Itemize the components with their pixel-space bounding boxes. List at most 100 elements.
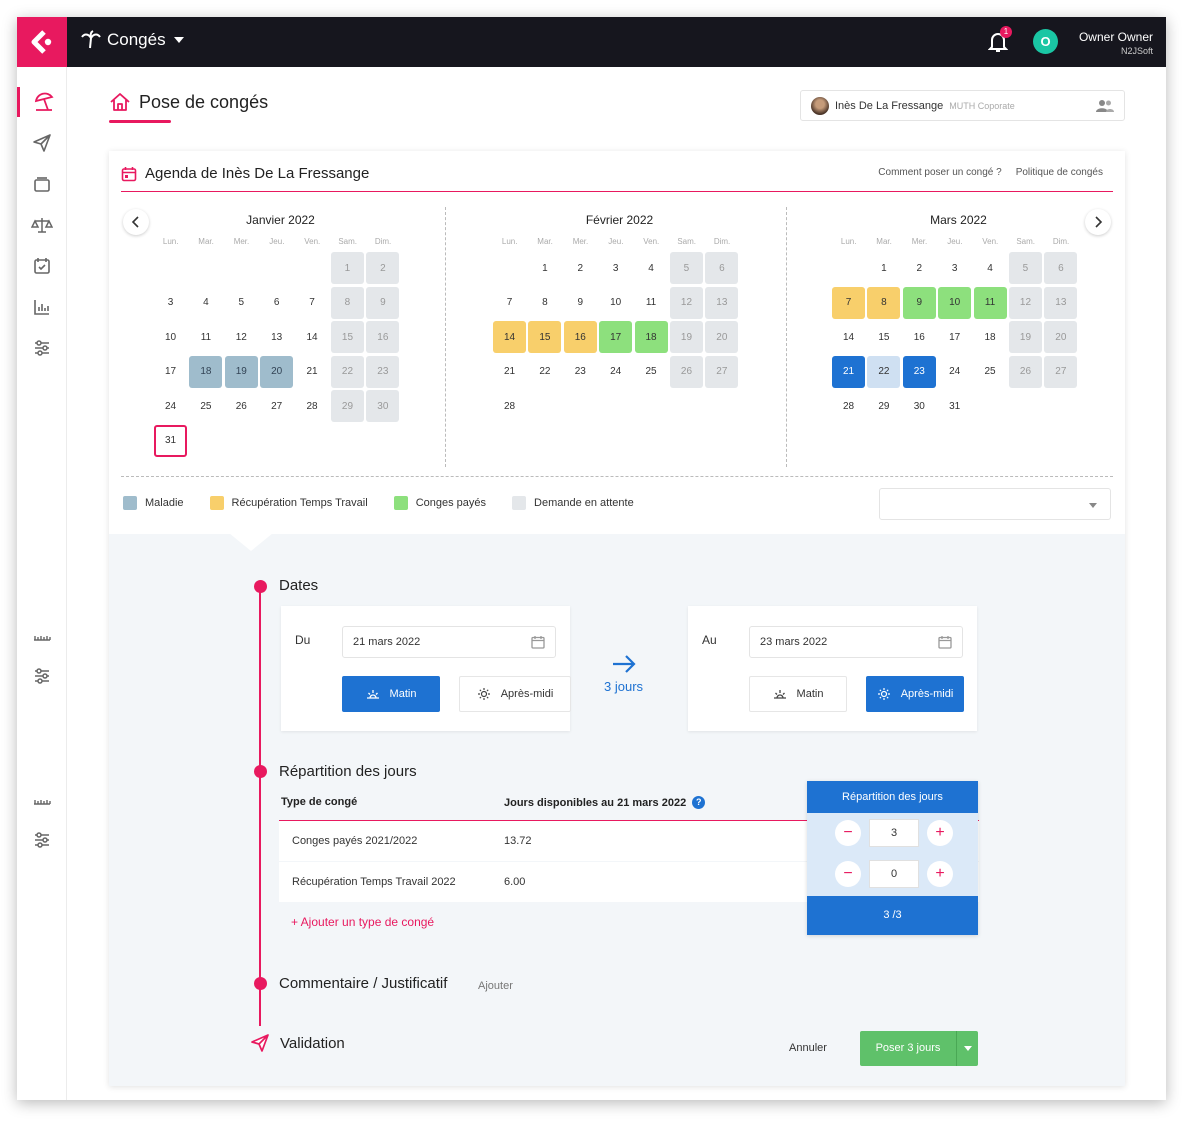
calendar-day[interactable]: 7 — [296, 287, 329, 319]
sidebar-item-ruler-2[interactable] — [17, 786, 67, 816]
add-leave-type-link[interactable]: + Ajouter un type de congé — [291, 915, 434, 929]
calendar-day[interactable]: 4 — [974, 252, 1007, 284]
calendar-day[interactable]: 29 — [867, 390, 900, 422]
start-morning-button[interactable]: Matin — [342, 676, 440, 712]
calendar-day[interactable]: 21 — [832, 355, 865, 388]
calendar-day[interactable]: 9 — [366, 286, 400, 319]
calendar-day[interactable]: 20 — [705, 321, 739, 353]
calendar-day[interactable]: 19 — [224, 355, 258, 388]
calendar-day[interactable]: 3 — [599, 252, 632, 284]
calendar-day[interactable]: 7 — [493, 287, 526, 319]
calendar-day[interactable]: 25 — [189, 390, 222, 422]
sidebar-item-documents[interactable] — [17, 169, 67, 199]
calendar-day[interactable]: 8 — [330, 286, 364, 319]
calendar-day[interactable]: 11 — [635, 287, 668, 319]
calendar-day[interactable]: 31 — [154, 424, 187, 457]
start-afternoon-button[interactable]: Après-midi — [459, 676, 571, 712]
calendar-day[interactable]: 13 — [260, 321, 293, 353]
calendar-day[interactable]: 30 — [903, 390, 936, 422]
calendar-day[interactable]: 10 — [154, 321, 187, 353]
calendar-day[interactable]: 6 — [1044, 252, 1078, 284]
calendar-day[interactable]: 23 — [564, 356, 597, 388]
calendar-day[interactable]: 15 — [330, 321, 364, 353]
calendar-day[interactable]: 4 — [189, 287, 222, 319]
calendar-day[interactable]: 6 — [260, 287, 293, 319]
quantity-value[interactable]: 0 — [869, 860, 919, 888]
calendar-day[interactable]: 26 — [669, 355, 703, 388]
calendar-day[interactable]: 27 — [260, 390, 293, 422]
calendar-day[interactable]: 18 — [634, 321, 668, 353]
decrement-button[interactable]: − — [835, 820, 861, 846]
calendar-day[interactable]: 24 — [938, 356, 971, 388]
calendar-day[interactable]: 2 — [903, 252, 936, 284]
sidebar-item-settings[interactable] — [17, 333, 67, 363]
calendar-day[interactable]: 23 — [366, 355, 400, 388]
calendar-day[interactable]: 2 — [564, 252, 597, 284]
calendar-day[interactable]: 31 — [938, 390, 971, 422]
calendar-day[interactable]: 16 — [903, 321, 936, 353]
calendar-day[interactable]: 22 — [867, 355, 901, 388]
sidebar-item-sliders-2[interactable] — [17, 825, 67, 855]
calendar-day[interactable]: 5 — [669, 252, 703, 284]
calendar-day[interactable]: 22 — [330, 355, 364, 388]
calendar-day[interactable]: 12 — [669, 286, 703, 319]
calendar-day[interactable]: 17 — [599, 321, 633, 353]
calendar-day[interactable]: 28 — [832, 390, 865, 422]
calendar-day[interactable]: 10 — [938, 286, 972, 319]
calendar-day[interactable]: 23 — [902, 355, 936, 388]
calendar-day[interactable]: 14 — [832, 321, 865, 353]
calendar-day[interactable]: 21 — [493, 356, 526, 388]
calendar-day[interactable]: 22 — [528, 356, 561, 388]
calendar-day[interactable]: 15 — [867, 321, 900, 353]
calendar-day[interactable]: 25 — [974, 356, 1007, 388]
calendar-day[interactable]: 17 — [154, 356, 187, 388]
calendar-day[interactable]: 11 — [189, 321, 222, 353]
module-switcher[interactable]: Congés — [81, 30, 186, 50]
calendar-day[interactable]: 29 — [330, 390, 364, 422]
quantity-value[interactable]: 3 — [869, 819, 919, 847]
calendar-day[interactable]: 3 — [154, 287, 187, 319]
policy-link[interactable]: Politique de congés — [1016, 167, 1103, 178]
calendar-day[interactable]: 27 — [705, 355, 739, 388]
sidebar-item-reports[interactable] — [17, 292, 67, 322]
add-comment-link[interactable]: Ajouter — [478, 980, 513, 992]
prev-month-button[interactable] — [123, 209, 149, 235]
calendar-day[interactable]: 24 — [154, 390, 187, 422]
calendar-day[interactable]: 9 — [902, 286, 936, 319]
calendar-day[interactable]: 5 — [1008, 252, 1042, 284]
calendar-day[interactable]: 1 — [867, 252, 900, 284]
app-logo[interactable] — [17, 17, 67, 67]
decrement-button[interactable]: − — [835, 861, 861, 887]
calendar-day[interactable]: 21 — [296, 356, 329, 388]
calendar-day[interactable]: 27 — [1044, 355, 1078, 388]
how-to-link[interactable]: Comment poser un congé ? — [878, 167, 1001, 178]
calendar-day[interactable]: 20 — [260, 355, 294, 388]
calendar-day[interactable]: 11 — [973, 286, 1007, 319]
calendar-day[interactable]: 19 — [669, 321, 703, 353]
calendar-day[interactable]: 1 — [528, 252, 561, 284]
user-avatar[interactable]: O — [1033, 29, 1058, 54]
sidebar-item-leave[interactable] — [17, 87, 67, 117]
calendar-day[interactable]: 13 — [705, 286, 739, 319]
calendar-day[interactable]: 4 — [635, 252, 668, 284]
calendar-day[interactable]: 19 — [1008, 321, 1042, 353]
calendar-day[interactable]: 14 — [493, 321, 526, 353]
calendar-day[interactable]: 8 — [867, 286, 901, 319]
sidebar-item-sliders-1[interactable] — [17, 661, 67, 691]
calendar-day[interactable]: 12 — [1008, 286, 1042, 319]
increment-button[interactable]: + — [927, 861, 953, 887]
calendar-day[interactable]: 20 — [1044, 321, 1078, 353]
calendar-day[interactable]: 14 — [296, 321, 329, 353]
calendar-day[interactable]: 12 — [225, 321, 258, 353]
calendar-day[interactable]: 25 — [635, 356, 668, 388]
calendar-day[interactable]: 26 — [225, 390, 258, 422]
calendar-day[interactable]: 16 — [366, 321, 400, 353]
calendar-day[interactable]: 9 — [564, 287, 597, 319]
calendar-day[interactable]: 28 — [296, 390, 329, 422]
end-date-input[interactable]: 23 mars 2022 — [749, 626, 963, 658]
end-afternoon-button[interactable]: Après-midi — [866, 676, 964, 712]
calendar-day[interactable]: 2 — [366, 252, 400, 284]
calendar-day[interactable]: 5 — [225, 287, 258, 319]
cancel-button[interactable]: Annuler — [789, 1042, 827, 1054]
calendar-day[interactable]: 15 — [528, 321, 562, 353]
